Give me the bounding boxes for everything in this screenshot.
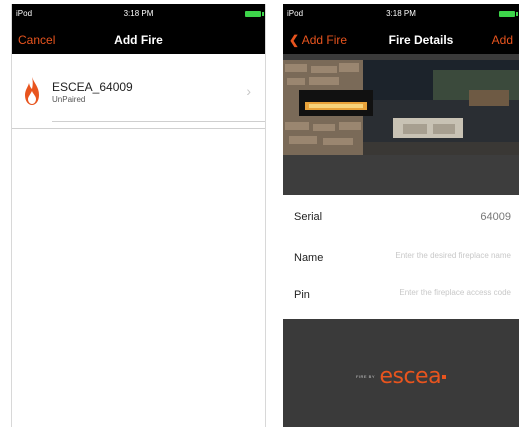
status-bar: iPod 3:18 PM — [283, 4, 519, 24]
chevron-left-icon: ❮ — [289, 33, 300, 47]
nav-bar: Cancel Add Fire — [12, 24, 265, 54]
clock: 3:18 PM — [386, 9, 416, 18]
status-bar: iPod 3:18 PM — [12, 4, 265, 24]
add-button[interactable]: Add — [492, 33, 513, 47]
logo-dot — [442, 374, 447, 379]
fire-name: ESCEA_64009 — [52, 80, 133, 94]
pin-field[interactable] — [349, 287, 513, 298]
page-title: Add Fire — [114, 33, 163, 47]
serial-label: Serial — [294, 211, 323, 223]
list-item[interactable]: ESCEA_64009 UnPaired › — [12, 54, 265, 126]
details-form: Serial 64009 Name Pin — [283, 195, 519, 319]
fire-details-screen: iPod 3:18 PM ❮ Add Fire Fire Details Add… — [283, 4, 519, 427]
add-fire-screen: iPod 3:18 PM Cancel Add Fire ESCEA_64009… — [11, 4, 266, 427]
photo-shadow-band — [283, 155, 519, 195]
battery-icon — [245, 11, 264, 17]
name-label: Name — [294, 252, 324, 264]
fireplace-photo — [283, 60, 519, 155]
name-field[interactable] — [349, 250, 513, 261]
pin-label: Pin — [294, 289, 310, 301]
battery-icon — [499, 11, 518, 17]
fire-status: UnPaired — [52, 95, 86, 104]
brand-logo: FIRE BY escea — [283, 364, 519, 389]
serial-row: Serial 64009 — [283, 197, 519, 237]
chevron-right-icon: › — [246, 83, 251, 99]
serial-value: 64009 — [480, 211, 511, 223]
page-title: Fire Details — [388, 33, 454, 47]
nav-bar: ❮ Add Fire Fire Details Add — [283, 24, 519, 54]
name-row: Name — [283, 238, 519, 278]
clock: 3:18 PM — [123, 9, 154, 18]
logo-prefix: FIRE BY — [355, 374, 375, 379]
divider — [52, 121, 265, 122]
pin-row: Pin — [283, 275, 519, 315]
flame-icon — [25, 77, 39, 105]
divider — [12, 128, 265, 129]
logo-brand: escea — [379, 364, 442, 389]
